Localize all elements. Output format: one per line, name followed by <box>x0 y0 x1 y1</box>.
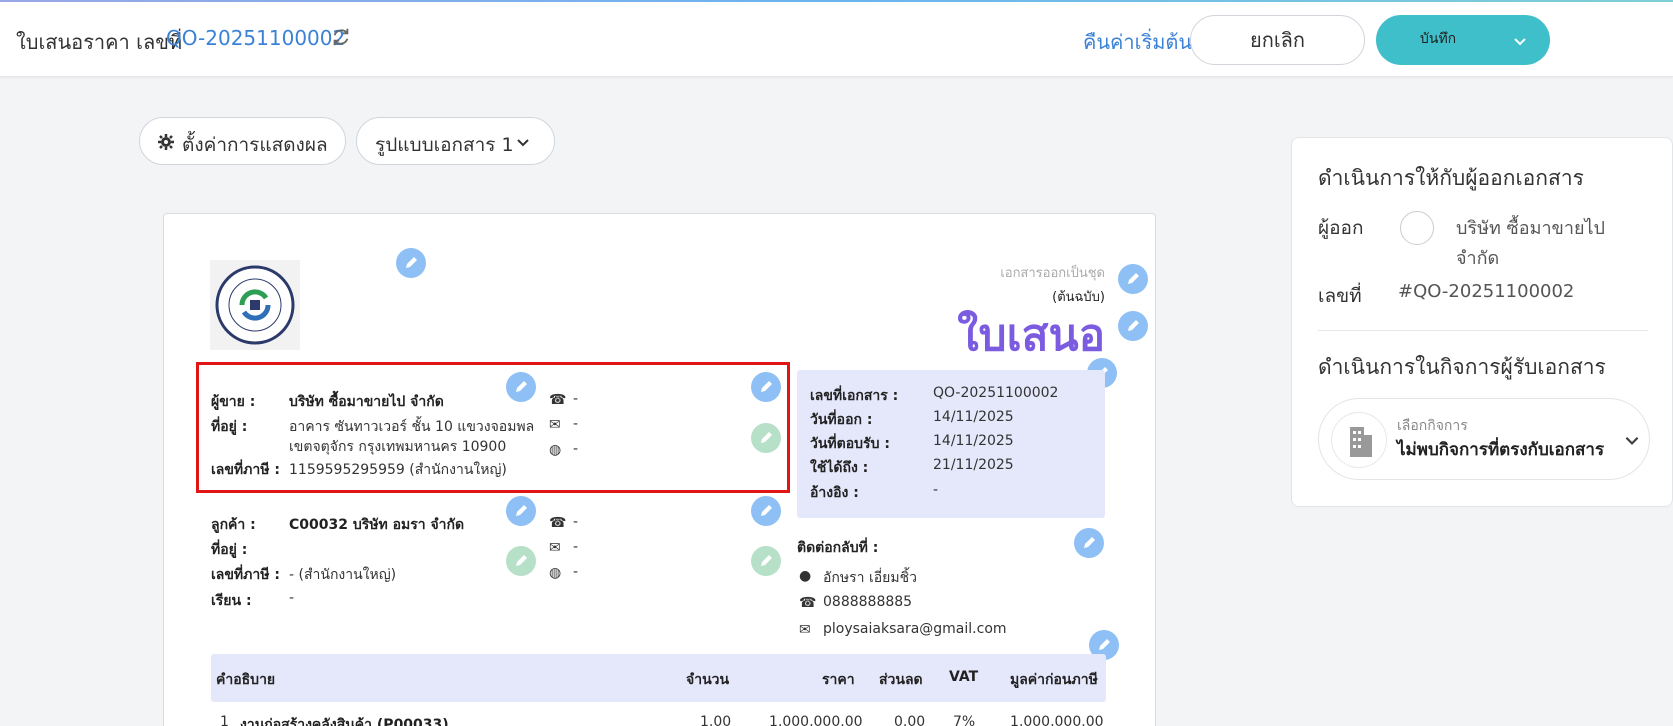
globe-icon: ◍ <box>549 565 562 581</box>
globe-icon: ◍ <box>549 442 562 458</box>
edit-customer-extra-pencil-icon[interactable] <box>506 546 536 576</box>
col-pretax: มูลค่าก่อนภาษี <box>1010 672 1098 688</box>
row-pretax: 1,000,000.00 <box>1010 714 1104 726</box>
info-accept-date: 14/11/2025 <box>933 433 1014 449</box>
panel-divider <box>1318 330 1648 331</box>
seller-name: บริษัท ซื้อมาขายไป จำกัด <box>289 394 444 410</box>
row-quantity: 1.00 <box>700 714 732 726</box>
issuer-avatar <box>1400 211 1434 245</box>
col-price: ราคา <box>822 672 855 688</box>
document-format-label: รูปแบบเอกสาร 1 <box>375 134 514 156</box>
customer-tax-label: เลขที่ภาษี : <box>211 567 280 583</box>
col-vat: VAT <box>949 669 979 685</box>
seller-label: ผู้ขาย : <box>211 394 256 410</box>
chevron-down-icon <box>515 133 531 155</box>
seller-web: - <box>573 441 579 457</box>
issuer-label: ผู้ออก <box>1318 217 1364 239</box>
number-value: #QO-20251100002 <box>1398 281 1575 302</box>
info-accept-label: วันที่ตอบรับ : <box>810 436 890 452</box>
customer-web: - <box>573 564 579 580</box>
edit-customer-contact-extra-pencil-icon[interactable] <box>751 546 781 576</box>
customer-tax-value: - (สำนักงานใหญ่) <box>289 567 397 583</box>
row-index: 1 <box>220 714 229 726</box>
save-button[interactable]: บันทึก <box>1376 15 1550 65</box>
contact-phone: 0888888885 <box>823 594 913 610</box>
cancel-button[interactable]: ยกเลิก <box>1190 15 1365 65</box>
edit-contact-pencil-icon[interactable] <box>1074 528 1104 558</box>
email-icon: ✉ <box>549 417 561 433</box>
batch-note: เอกสารออกเป็นชุด <box>1000 266 1105 281</box>
issuer-name-line1: บริษัท ซื้อมาขายไป <box>1456 218 1605 239</box>
info-valid-label: ใช้ได้ถึง : <box>810 460 869 476</box>
reset-defaults-link[interactable]: คืนค่าเริ่มต้น <box>1083 26 1192 58</box>
save-button-label: บันทึก <box>1420 31 1457 47</box>
customer-attn-label: เรียน : <box>211 593 252 609</box>
customer-address-label: ที่อยู่ : <box>211 542 248 558</box>
actions-panel: ดำเนินการให้กับผู้ออกเอกสาร ผู้ออก บริษั… <box>1291 137 1673 507</box>
row-price: 1,000,000.00 <box>769 714 863 726</box>
issuer-name-line2: จำกัด <box>1456 248 1500 269</box>
gear-icon <box>158 133 174 155</box>
contact-label: ติดต่อกลับที่ : <box>797 540 879 556</box>
customer-email: - <box>573 539 579 555</box>
chevron-down-icon <box>1623 431 1641 453</box>
seller-tax-value: 1159595295959 (สำนักงานใหญ่) <box>289 462 507 478</box>
customer-attn-value: - <box>289 590 295 606</box>
seller-address-line1: อาคาร ซันทาวเวอร์ ชั้น 10 แขวงจอมพล <box>289 419 535 435</box>
info-ref-label: อ้างอิง : <box>810 485 859 501</box>
seller-address-label: ที่อยู่ : <box>211 419 248 435</box>
info-valid-date: 21/11/2025 <box>933 457 1014 473</box>
document-format-dropdown[interactable]: รูปแบบเอกสาร 1 <box>356 117 555 165</box>
top-header: ใบเสนอราคา เลขที่ QO-20251100002 คืนค่าเ… <box>0 2 1673 77</box>
company-logo[interactable] <box>210 260 300 350</box>
info-doc-no: QO-20251100002 <box>933 385 1059 401</box>
row-description: งานก่อสร้างคลังสินค้า (P00033) <box>240 717 449 726</box>
phone-icon: ☎ <box>549 392 567 408</box>
edit-title-pencil-icon[interactable] <box>1118 311 1148 341</box>
chevron-down-icon[interactable] <box>1512 30 1528 54</box>
edit-customer-contact-pencil-icon[interactable] <box>751 496 781 526</box>
phone-icon: ☎ <box>549 515 567 531</box>
refresh-icon[interactable] <box>330 26 354 50</box>
info-issue-label: วันที่ออก : <box>810 412 873 428</box>
customer-phone: - <box>573 514 579 530</box>
select-hint: เลือกกิจการ <box>1397 418 1468 434</box>
customer-label: ลูกค้า : <box>211 517 256 533</box>
col-description: คำอธิบาย <box>216 672 276 688</box>
contact-name: อักษรา เอี่ยมชิ้ว <box>823 570 917 586</box>
display-settings-button[interactable]: ตั้งค่าการแสดงผล <box>139 117 346 165</box>
display-settings-label: ตั้งค่าการแสดงผล <box>182 134 328 156</box>
email-icon: ✉ <box>549 540 561 556</box>
number-label: เลขที่ <box>1318 285 1362 307</box>
edit-customer-pencil-icon[interactable] <box>506 496 536 526</box>
business-selector[interactable]: เลือกกิจการ ไม่พบกิจการที่ตรงกับเอกสาร <box>1318 398 1650 480</box>
phone-icon: ☎ <box>799 595 817 611</box>
recipient-heading: ดำเนินการในกิจการผู้รับเอกสาร <box>1318 355 1606 379</box>
edit-pencil-icon[interactable] <box>1118 264 1148 294</box>
select-value: ไม่พบกิจการที่ตรงกับเอกสาร <box>1397 440 1605 460</box>
customer-name: C00032 บริษัท อมรา จำกัด <box>289 517 465 533</box>
seller-email: - <box>573 416 579 432</box>
col-discount: ส่วนลด <box>879 672 923 688</box>
page-title: ใบเสนอราคา เลขที่ <box>16 30 183 54</box>
seller-address-line2: เขตจตุจักร กรุงเทพมหานคร 10900 <box>289 439 507 455</box>
row-discount: 0.00 <box>894 714 926 726</box>
email-icon: ✉ <box>799 622 811 638</box>
issuer-heading: ดำเนินการให้กับผู้ออกเอกสาร <box>1318 166 1584 190</box>
info-doc-no-label: เลขที่เอกสาร : <box>810 388 899 404</box>
seller-phone: - <box>573 391 579 407</box>
contact-email: ploysaiaksara@gmail.com <box>823 621 1007 637</box>
col-quantity: จำนวน <box>686 672 730 688</box>
info-ref-value: - <box>933 482 939 498</box>
doc-number: QO-20251100002 <box>166 26 346 50</box>
seller-tax-label: เลขที่ภาษี : <box>211 462 280 478</box>
building-icon <box>1331 412 1387 468</box>
user-icon: ● <box>799 568 812 584</box>
info-issue-date: 14/11/2025 <box>933 409 1014 425</box>
row-vat: 7% <box>953 714 976 726</box>
edit-logo-pencil-icon[interactable] <box>396 248 426 278</box>
